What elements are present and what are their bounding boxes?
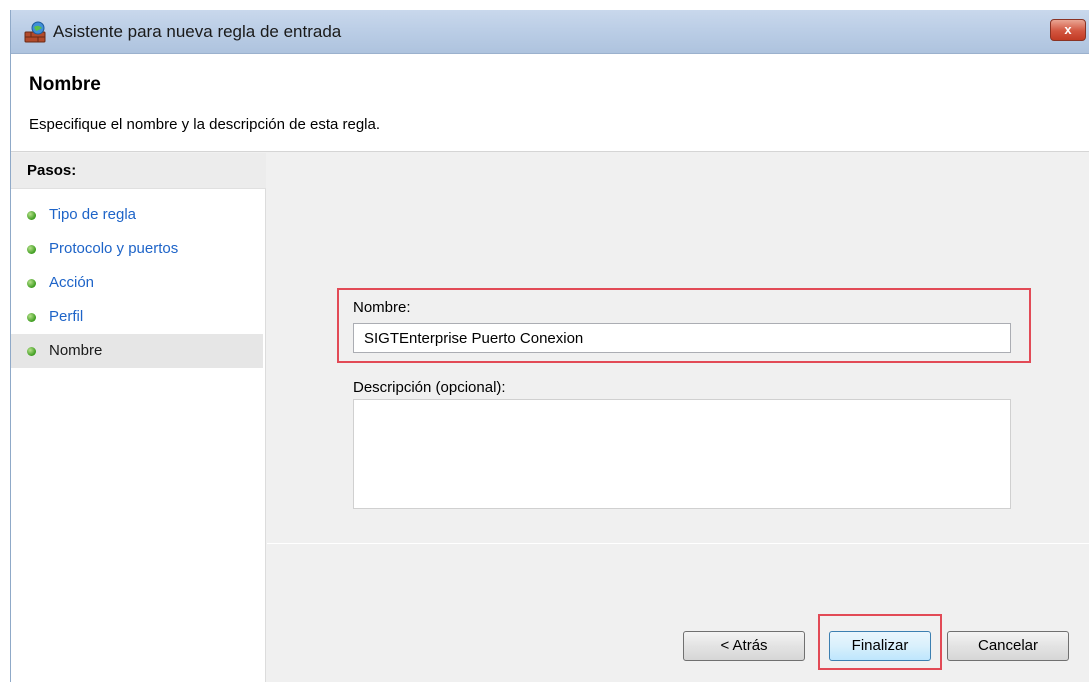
steps-panel: Pasos: Tipo de regla Protocolo y puertos… [11,153,266,682]
step-label: Acción [49,274,95,291]
cancel-button[interactable]: Cancelar [947,631,1069,661]
step-label: Tipo de regla [49,206,136,223]
step-item-tipo-de-regla[interactable]: Tipo de regla [11,198,263,232]
description-label: Descripción (opcional): [353,379,506,396]
page-subtitle: Especifique el nombre y la descripción d… [29,116,381,133]
page-title: Nombre [29,74,101,95]
name-label: Nombre: [353,299,411,316]
close-icon: x [1064,22,1072,37]
window-title: Asistente para nueva regla de entrada [53,22,342,41]
green-dot-icon [27,211,36,220]
title-bar[interactable]: Asistente para nueva regla de entrada x [11,10,1089,54]
steps-heading: Pasos: [11,153,266,189]
wizard-header: Nombre Especifique el nombre y la descri… [11,54,1089,152]
close-button[interactable]: x [1050,19,1086,41]
step-label: Nombre [49,342,103,359]
back-button[interactable]: < Atrás [683,631,805,661]
firewall-wizard-icon [24,21,46,43]
green-dot-icon [27,279,36,288]
step-item-protocolo-y-puertos[interactable]: Protocolo y puertos [11,232,263,266]
step-label: Perfil [49,308,84,325]
step-item-perfil[interactable]: Perfil [11,300,263,334]
content-panel: Nombre: Descripción (opcional): < Atrás … [267,153,1089,682]
finish-button[interactable]: Finalizar [829,631,931,661]
divider [267,543,1089,544]
green-dot-icon [27,313,36,322]
steps-heading-label: Pasos: [27,162,77,179]
name-input[interactable] [353,323,1011,353]
green-dot-icon [27,347,36,356]
green-dot-icon [27,245,36,254]
step-item-accion[interactable]: Acción [11,266,263,300]
step-item-nombre: Nombre [11,334,263,368]
description-textarea[interactable] [353,399,1011,509]
step-label: Protocolo y puertos [49,240,179,257]
wizard-window: Asistente para nueva regla de entrada x … [10,10,1089,682]
